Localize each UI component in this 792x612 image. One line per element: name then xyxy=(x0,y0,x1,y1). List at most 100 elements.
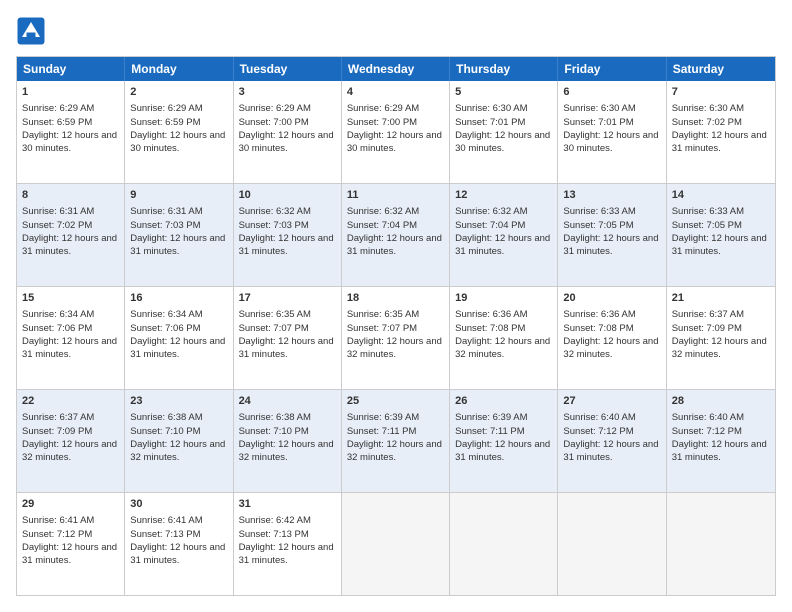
sunrise-text: Sunrise: 6:33 AM xyxy=(672,206,744,217)
daylight-label: Daylight: 12 hours and 31 minutes. xyxy=(347,233,442,257)
daylight-label: Daylight: 12 hours and 31 minutes. xyxy=(672,439,767,463)
sunrise-text: Sunrise: 6:31 AM xyxy=(130,206,202,217)
daylight-label: Daylight: 12 hours and 31 minutes. xyxy=(455,439,550,463)
sunrise-text: Sunrise: 6:33 AM xyxy=(563,206,635,217)
day-number: 20 xyxy=(563,291,660,306)
calendar-body: 1 Sunrise: 6:29 AM Sunset: 6:59 PM Daylight… xyxy=(17,81,775,595)
day-number: 30 xyxy=(130,497,227,512)
cal-header-day: Sunday xyxy=(17,57,125,81)
sunrise-text: Sunrise: 6:31 AM xyxy=(22,206,94,217)
calendar-cell-empty xyxy=(667,493,775,595)
calendar-cell: 21Sunrise: 6:37 AMSunset: 7:09 PMDayligh… xyxy=(667,287,775,389)
day-number: 12 xyxy=(455,188,552,203)
day-number: 9 xyxy=(130,188,227,203)
sunset-text: Sunset: 7:09 PM xyxy=(22,426,92,437)
logo xyxy=(16,16,50,46)
day-number: 19 xyxy=(455,291,552,306)
sunset-text: Sunset: 7:12 PM xyxy=(22,529,92,540)
day-number: 18 xyxy=(347,291,444,306)
daylight-label: Daylight: 12 hours and 31 minutes. xyxy=(239,336,334,360)
sunrise-text: Sunrise: 6:38 AM xyxy=(130,412,202,423)
daylight-label: Daylight: 12 hours and 32 minutes. xyxy=(347,439,442,463)
sunrise-text: Sunrise: 6:40 AM xyxy=(563,412,635,423)
calendar-row: 8Sunrise: 6:31 AMSunset: 7:02 PMDaylight… xyxy=(17,183,775,286)
calendar-cell: 14Sunrise: 6:33 AMSunset: 7:05 PMDayligh… xyxy=(667,184,775,286)
sunrise-text: Sunrise: 6:36 AM xyxy=(563,309,635,320)
sunrise-text: Sunrise: 6:32 AM xyxy=(455,206,527,217)
calendar-cell: 12Sunrise: 6:32 AMSunset: 7:04 PMDayligh… xyxy=(450,184,558,286)
calendar-cell: 29Sunrise: 6:41 AMSunset: 7:12 PMDayligh… xyxy=(17,493,125,595)
calendar-cell: 19Sunrise: 6:36 AMSunset: 7:08 PMDayligh… xyxy=(450,287,558,389)
daylight-label: Daylight: 12 hours and 31 minutes. xyxy=(22,542,117,566)
calendar-cell-empty xyxy=(558,493,666,595)
daylight-label: Daylight: 12 hours and 31 minutes. xyxy=(22,336,117,360)
day-number: 11 xyxy=(347,188,444,203)
day-number: 6 xyxy=(563,85,660,100)
day-number: 14 xyxy=(672,188,770,203)
page: SundayMondayTuesdayWednesdayThursdayFrid… xyxy=(0,0,792,612)
sunrise-text: Sunrise: 6:35 AM xyxy=(239,309,311,320)
sunset-text: Sunset: 7:08 PM xyxy=(455,323,525,334)
sunrise-text: Sunrise: 6:32 AM xyxy=(239,206,311,217)
calendar-cell: 31Sunrise: 6:42 AMSunset: 7:13 PMDayligh… xyxy=(234,493,342,595)
calendar-cell: 1Sunrise: 6:29 AMSunset: 6:59 PMDaylight… xyxy=(17,81,125,183)
sunset-text: Sunset: 7:10 PM xyxy=(130,426,200,437)
daylight-label: Daylight: 12 hours and 30 minutes. xyxy=(563,130,658,154)
calendar-cell: 2Sunrise: 6:29 AMSunset: 6:59 PMDaylight… xyxy=(125,81,233,183)
daylight-label: Daylight: 12 hours and 32 minutes. xyxy=(672,336,767,360)
daylight-label: Daylight: 12 hours and 31 minutes. xyxy=(130,542,225,566)
sunrise-text: Sunrise: 6:36 AM xyxy=(455,309,527,320)
sunset-text: Sunset: 7:06 PM xyxy=(130,323,200,334)
sunset-text: Sunset: 6:59 PM xyxy=(130,117,200,128)
daylight-label: Daylight: 12 hours and 30 minutes. xyxy=(239,130,334,154)
calendar-cell: 23Sunrise: 6:38 AMSunset: 7:10 PMDayligh… xyxy=(125,390,233,492)
sunrise-text: Sunrise: 6:41 AM xyxy=(22,515,94,526)
calendar-cell: 28Sunrise: 6:40 AMSunset: 7:12 PMDayligh… xyxy=(667,390,775,492)
sunrise-text: Sunrise: 6:29 AM xyxy=(239,103,311,114)
daylight-label: Daylight: 12 hours and 32 minutes. xyxy=(22,439,117,463)
sunrise-text: Sunrise: 6:35 AM xyxy=(347,309,419,320)
calendar-cell-empty xyxy=(342,493,450,595)
header xyxy=(16,16,776,46)
cal-header-day: Thursday xyxy=(450,57,558,81)
sunset-text: Sunset: 7:03 PM xyxy=(130,220,200,231)
calendar-cell: 5Sunrise: 6:30 AMSunset: 7:01 PMDaylight… xyxy=(450,81,558,183)
calendar-cell: 17Sunrise: 6:35 AMSunset: 7:07 PMDayligh… xyxy=(234,287,342,389)
calendar-cell: 18Sunrise: 6:35 AMSunset: 7:07 PMDayligh… xyxy=(342,287,450,389)
day-number: 5 xyxy=(455,85,552,100)
calendar-cell: 6Sunrise: 6:30 AMSunset: 7:01 PMDaylight… xyxy=(558,81,666,183)
day-number: 3 xyxy=(239,85,336,100)
sunset-text: Sunset: 7:12 PM xyxy=(672,426,742,437)
day-number: 25 xyxy=(347,394,444,409)
day-number: 1 xyxy=(22,85,119,100)
calendar-cell: 9 Sunrise: 6:31 AM Sunset: 7:03 PM Daylight… xyxy=(125,184,233,286)
day-number: 28 xyxy=(672,394,770,409)
sunrise-text: Sunrise: 6:37 AM xyxy=(22,412,94,423)
day-number: 21 xyxy=(672,291,770,306)
sunset-text: Sunset: 7:12 PM xyxy=(563,426,633,437)
calendar-cell: 30Sunrise: 6:41 AMSunset: 7:13 PMDayligh… xyxy=(125,493,233,595)
daylight-label: Daylight: 12 hours and 31 minutes. xyxy=(239,233,334,257)
day-number: 27 xyxy=(563,394,660,409)
daylight-label: Daylight: 12 hours and 32 minutes. xyxy=(347,336,442,360)
calendar-cell: 25Sunrise: 6:39 AMSunset: 7:11 PMDayligh… xyxy=(342,390,450,492)
day-number: 26 xyxy=(455,394,552,409)
calendar-cell: 22 Sunrise: 6:37 AM Sunset: 7:09 PM Dayligh… xyxy=(17,390,125,492)
daylight-label: Daylight: 12 hours and 32 minutes. xyxy=(130,439,225,463)
calendar-row: 22 Sunrise: 6:37 AM Sunset: 7:09 PM Dayligh… xyxy=(17,389,775,492)
sunset-text: Sunset: 7:10 PM xyxy=(239,426,309,437)
sunset-text: Sunset: 7:06 PM xyxy=(22,323,92,334)
sunset-text: Sunset: 7:11 PM xyxy=(347,426,417,437)
daylight-label: Daylight: 12 hours and 32 minutes. xyxy=(239,439,334,463)
sunset-text: Sunset: 7:08 PM xyxy=(563,323,633,334)
sunrise-text: Sunrise: 6:30 AM xyxy=(563,103,635,114)
sunrise-text: Sunrise: 6:30 AM xyxy=(455,103,527,114)
daylight-label: Daylight: 12 hours and 31 minutes. xyxy=(130,233,225,257)
calendar-cell: 27Sunrise: 6:40 AMSunset: 7:12 PMDayligh… xyxy=(558,390,666,492)
calendar-header: SundayMondayTuesdayWednesdayThursdayFrid… xyxy=(17,57,775,81)
day-number: 22 xyxy=(22,394,119,409)
sunset-text: Sunset: 6:59 PM xyxy=(22,117,92,128)
sunset-text: Sunset: 7:02 PM xyxy=(672,117,742,128)
daylight-label: Daylight: 12 hours and 31 minutes. xyxy=(455,233,550,257)
sunrise-text: Sunrise: 6:29 AM xyxy=(130,103,202,114)
